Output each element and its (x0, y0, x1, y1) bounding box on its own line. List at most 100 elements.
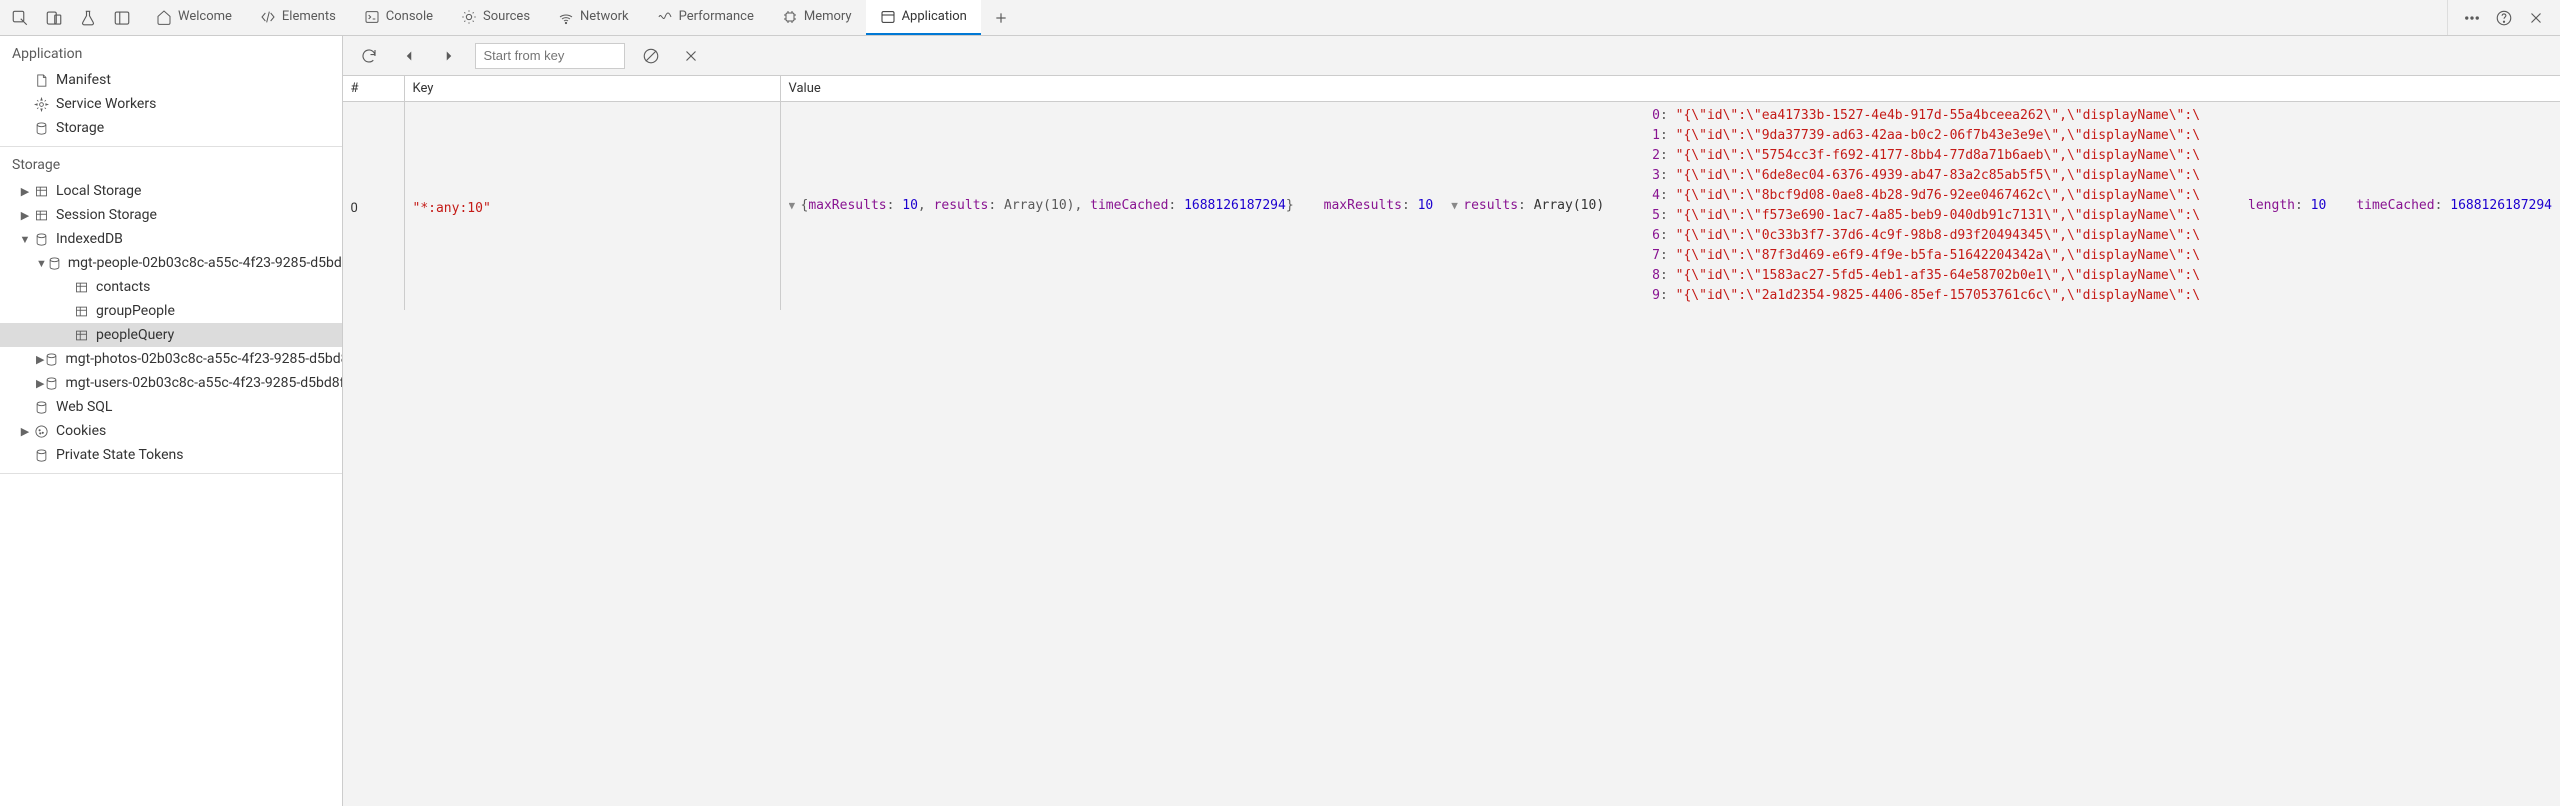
toolbar-left-icons (0, 0, 142, 35)
start-from-key-input[interactable] (475, 43, 625, 69)
object-property[interactable]: maxResults: 10 (1294, 196, 1434, 216)
database-icon (32, 400, 50, 415)
sidebar-label: Cookies (56, 423, 106, 439)
sidebar-item-local-storage[interactable]: ▶Local Storage (0, 179, 342, 203)
chevron-right-icon: ▶ (36, 353, 44, 366)
sidebar-item-service-workers[interactable]: Service Workers (0, 92, 342, 116)
table-icon (32, 208, 50, 223)
flask-icon[interactable] (74, 4, 102, 32)
tab-label: Application (902, 9, 967, 24)
tab-label: Network (580, 9, 629, 24)
sidebar-label: mgt-people-02b03c8c-a55c-4f23-9285-d5bd8… (68, 255, 342, 271)
sidebar-item-cookies[interactable]: ▶ Cookies (0, 419, 342, 443)
add-tab-button[interactable] (981, 0, 1021, 35)
sidebar-label: Manifest (56, 72, 111, 88)
table-icon (72, 328, 90, 343)
chevron-right-icon: ▶ (18, 425, 32, 438)
sidebar-label: mgt-photos-02b03c8c-a55c-4f23-9285-d5bd8… (65, 351, 341, 367)
object-summary[interactable]: ▼{maxResults: 10, results: Array(10), ti… (789, 196, 1294, 216)
table-row[interactable]: 0 "*:any:10" ▼{maxResults: 10, results: … (343, 102, 2560, 310)
array-item[interactable]: 5: "{\"id\":\"f573e690-1ac7-4a85-beb9-04… (1604, 206, 2200, 226)
sidebar-item-storage[interactable]: Storage (0, 116, 342, 140)
device-icon[interactable] (40, 4, 68, 32)
table-icon (72, 304, 90, 319)
sidebar-item-store-grouppeople[interactable]: groupPeople (0, 299, 342, 323)
tab-performance[interactable]: Performance (643, 0, 768, 35)
object-property-results[interactable]: ▼results: Array(10) (1433, 196, 1604, 216)
array-item[interactable]: 7: "{\"id\":\"87f3d469-e6f9-4f9e-b5fa-51… (1604, 246, 2200, 266)
prev-page-icon[interactable] (395, 42, 423, 70)
object-property-timecached[interactable]: timeCached: 1688126187294 (2326, 196, 2552, 216)
cookie-icon (32, 424, 50, 439)
header-index[interactable]: # (343, 76, 405, 101)
header-key[interactable]: Key (405, 76, 781, 101)
database-icon (47, 256, 62, 271)
dock-icon[interactable] (108, 4, 136, 32)
chevron-down-icon: ▼ (1451, 196, 1463, 216)
toolbar-right-icons (2447, 0, 2560, 35)
sidebar-label: Service Workers (56, 96, 156, 112)
chevron-right-icon: ▶ (36, 377, 44, 390)
header-value[interactable]: Value (781, 76, 2560, 101)
close-icon[interactable] (2524, 4, 2548, 32)
sidebar-item-private-tokens[interactable]: Private State Tokens (0, 443, 342, 467)
sidebar-item-indexeddb[interactable]: ▼IndexedDB (0, 227, 342, 251)
sidebar-item-db-users[interactable]: ▶mgt-users-02b03c8c-a55c-4f23-9285-d5bd8… (0, 371, 342, 395)
array-item[interactable]: 4: "{\"id\":\"8bcf9d08-0ae8-4b28-9d76-92… (1604, 186, 2200, 206)
tab-label: Performance (679, 9, 754, 24)
tab-network[interactable]: Network (544, 0, 643, 35)
tab-elements[interactable]: Elements (246, 0, 350, 35)
inspect-icon[interactable] (6, 4, 34, 32)
refresh-icon[interactable] (355, 42, 383, 70)
sidebar-section-storage: Storage (0, 147, 342, 179)
table-header: # Key Value (343, 76, 2560, 102)
cell-value: ▼{maxResults: 10, results: Array(10), ti… (781, 102, 2560, 310)
tab-memory[interactable]: Memory (768, 0, 866, 35)
array-item[interactable]: 3: "{\"id\":\"6de8ec04-6376-4939-ab47-83… (1604, 166, 2200, 186)
sidebar-label: Private State Tokens (56, 447, 183, 463)
object-property-length[interactable]: length: 10 (2200, 196, 2326, 216)
delete-icon[interactable] (677, 42, 705, 70)
chevron-down-icon: ▼ (789, 196, 801, 216)
tab-application[interactable]: Application (866, 0, 981, 35)
sidebar-label: groupPeople (96, 303, 175, 319)
clear-icon[interactable] (637, 42, 665, 70)
array-item[interactable]: 0: "{\"id\":\"ea41733b-1527-4e4b-917d-55… (1604, 106, 2200, 126)
next-page-icon[interactable] (435, 42, 463, 70)
sidebar-item-store-contacts[interactable]: contacts (0, 275, 342, 299)
sidebar-item-db-people[interactable]: ▼ mgt-people-02b03c8c-a55c-4f23-9285-d5bd… (0, 251, 342, 275)
array-item[interactable]: 1: "{\"id\":\"9da37739-ad63-42aa-b0c2-06… (1604, 126, 2200, 146)
sidebar-item-session-storage[interactable]: ▶Session Storage (0, 203, 342, 227)
tab-label: Elements (282, 9, 336, 24)
database-icon (44, 376, 59, 391)
table-icon (72, 280, 90, 295)
database-icon (32, 121, 50, 136)
tab-label: Console (386, 9, 433, 24)
database-icon (32, 448, 50, 463)
help-icon[interactable] (2492, 4, 2516, 32)
sidebar-label: Session Storage (56, 207, 157, 223)
cell-key: "*:any:10" (405, 102, 781, 310)
table-icon (32, 184, 50, 199)
array-item[interactable]: 2: "{\"id\":\"5754cc3f-f692-4177-8bb4-77… (1604, 146, 2200, 166)
chevron-down-icon: ▼ (18, 233, 32, 246)
document-icon (32, 73, 50, 88)
array-item[interactable]: 9: "{\"id\":\"2a1d2354-9825-4406-85ef-15… (1604, 286, 2200, 306)
tab-console[interactable]: Console (350, 0, 447, 35)
database-icon (32, 232, 50, 247)
sidebar-item-websql[interactable]: Web SQL (0, 395, 342, 419)
sidebar-label: Local Storage (56, 183, 141, 199)
tab-welcome[interactable]: Welcome (142, 0, 246, 35)
more-icon[interactable] (2460, 4, 2484, 32)
sidebar-item-store-peoplequery[interactable]: peopleQuery (0, 323, 342, 347)
sidebar-item-db-photos[interactable]: ▶ mgt-photos-02b03c8c-a55c-4f23-9285-d5bd… (0, 347, 342, 371)
tab-sources[interactable]: Sources (447, 0, 544, 35)
application-sidebar: Application Manifest Service Workers Sto… (0, 36, 343, 806)
sidebar-item-manifest[interactable]: Manifest (0, 68, 342, 92)
array-item[interactable]: 8: "{\"id\":\"1583ac27-5fd5-4eb1-af35-64… (1604, 266, 2200, 286)
array-item[interactable]: 6: "{\"id\":\"0c33b3f7-37d6-4c9f-98b8-d9… (1604, 226, 2200, 246)
sidebar-label: Storage (56, 120, 104, 136)
tab-label: Memory (804, 9, 852, 24)
chevron-down-icon: ▼ (36, 257, 47, 270)
tab-label: Sources (483, 9, 530, 24)
